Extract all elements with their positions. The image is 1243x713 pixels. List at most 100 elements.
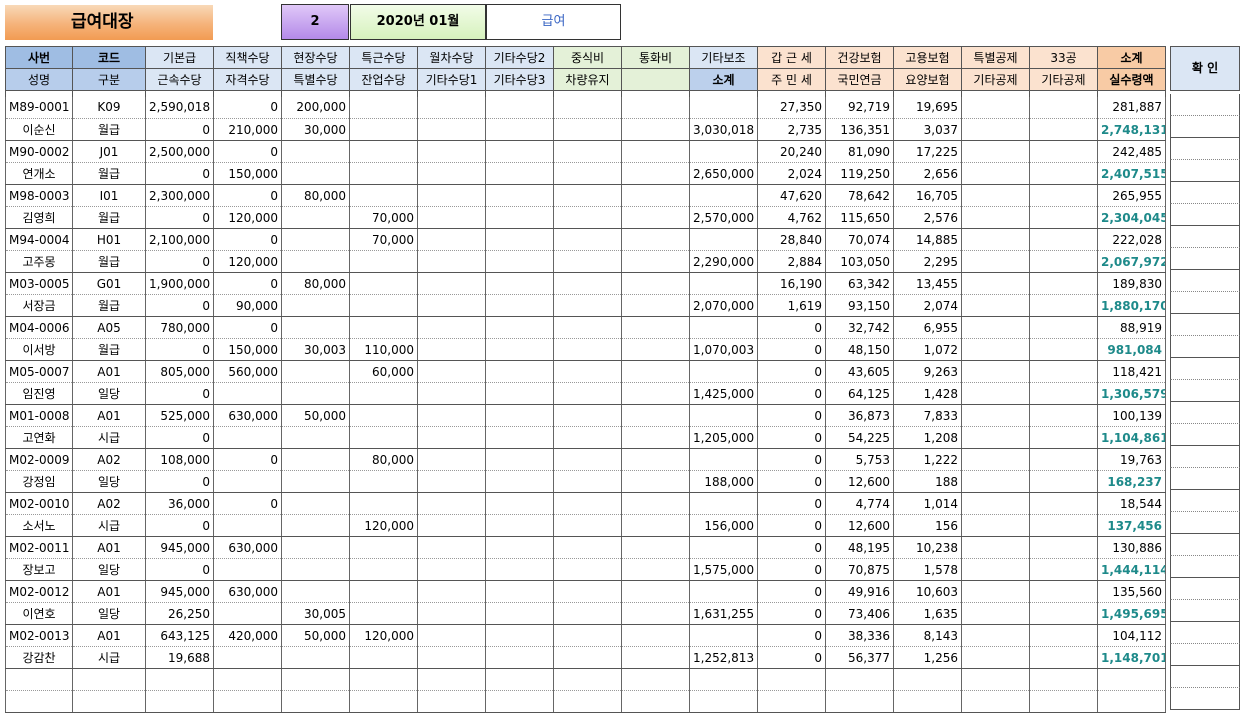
amount-cell[interactable]: [417, 294, 486, 317]
amount-cell[interactable]: [689, 580, 758, 603]
pay-type-cell[interactable]: 월급: [72, 118, 146, 141]
amount-cell[interactable]: 13,455: [893, 272, 962, 295]
amount-cell[interactable]: [553, 536, 622, 559]
amount-cell[interactable]: 104,112: [1097, 624, 1166, 647]
confirm-cell[interactable]: [1170, 446, 1240, 468]
amount-cell[interactable]: [281, 492, 350, 515]
amount-cell[interactable]: 1,631,255: [689, 602, 758, 625]
amount-cell[interactable]: [553, 338, 622, 361]
amount-cell[interactable]: 210,000: [213, 118, 282, 141]
pay-type-cell[interactable]: 월급: [72, 206, 146, 229]
employee-name-cell[interactable]: 강감찬: [5, 646, 73, 669]
amount-cell[interactable]: 1,444,114: [1097, 558, 1166, 581]
amount-cell[interactable]: [1029, 338, 1098, 361]
amount-cell[interactable]: 19,695: [893, 96, 962, 119]
confirm-cell[interactable]: [1170, 402, 1240, 424]
amount-cell[interactable]: [961, 382, 1030, 405]
amount-cell[interactable]: [961, 646, 1030, 669]
employee-id-cell[interactable]: M02-0009: [5, 448, 73, 471]
amount-cell[interactable]: 1,880,170: [1097, 294, 1166, 317]
amount-cell[interactable]: [689, 272, 758, 295]
amount-cell[interactable]: 2,576: [893, 206, 962, 229]
amount-cell[interactable]: [213, 668, 282, 691]
amount-cell[interactable]: [417, 624, 486, 647]
amount-cell[interactable]: [281, 448, 350, 471]
amount-cell[interactable]: 981,084: [1097, 338, 1166, 361]
amount-cell[interactable]: [621, 668, 690, 691]
amount-cell[interactable]: 64,125: [825, 382, 894, 405]
code-cell[interactable]: A01: [72, 536, 146, 559]
amount-cell[interactable]: [621, 206, 690, 229]
amount-cell[interactable]: 8,143: [893, 624, 962, 647]
amount-cell[interactable]: [825, 690, 894, 713]
amount-cell[interactable]: [485, 514, 554, 537]
amount-cell[interactable]: [417, 404, 486, 427]
employee-name-cell[interactable]: 김영희: [5, 206, 73, 229]
confirm-cell[interactable]: [1170, 270, 1240, 292]
amount-cell[interactable]: 14,885: [893, 228, 962, 251]
amount-cell[interactable]: [349, 470, 418, 493]
pay-type-cell[interactable]: 시급: [72, 646, 146, 669]
amount-cell[interactable]: [1029, 316, 1098, 339]
amount-cell[interactable]: [689, 96, 758, 119]
amount-cell[interactable]: 1,208: [893, 426, 962, 449]
amount-cell[interactable]: [553, 272, 622, 295]
amount-cell[interactable]: [621, 404, 690, 427]
amount-cell[interactable]: [961, 228, 1030, 251]
amount-cell[interactable]: [961, 602, 1030, 625]
amount-cell[interactable]: 12,600: [825, 514, 894, 537]
code-cell[interactable]: A01: [72, 404, 146, 427]
amount-cell[interactable]: [417, 96, 486, 119]
amount-cell[interactable]: 0: [757, 448, 826, 471]
amount-cell[interactable]: [485, 360, 554, 383]
amount-cell[interactable]: [485, 316, 554, 339]
pay-type-cell[interactable]: 월급: [72, 250, 146, 273]
amount-cell[interactable]: [281, 360, 350, 383]
amount-cell[interactable]: [553, 514, 622, 537]
confirm-cell[interactable]: [1170, 688, 1240, 710]
amount-cell[interactable]: 156: [893, 514, 962, 537]
amount-cell[interactable]: [621, 646, 690, 669]
employee-id-cell[interactable]: M05-0007: [5, 360, 73, 383]
amount-cell[interactable]: [621, 580, 690, 603]
amount-cell[interactable]: [417, 580, 486, 603]
amount-cell[interactable]: 2,100,000: [145, 228, 214, 251]
amount-cell[interactable]: [621, 624, 690, 647]
amount-cell[interactable]: [553, 690, 622, 713]
amount-cell[interactable]: 63,342: [825, 272, 894, 295]
amount-cell[interactable]: 0: [145, 514, 214, 537]
amount-cell[interactable]: 0: [757, 338, 826, 361]
amount-cell[interactable]: [1029, 118, 1098, 141]
amount-cell[interactable]: 0: [145, 162, 214, 185]
amount-cell[interactable]: [1029, 228, 1098, 251]
amount-cell[interactable]: [485, 382, 554, 405]
amount-cell[interactable]: 115,650: [825, 206, 894, 229]
employee-id-cell[interactable]: M02-0012: [5, 580, 73, 603]
amount-cell[interactable]: [417, 646, 486, 669]
amount-cell[interactable]: 28,840: [757, 228, 826, 251]
amount-cell[interactable]: [1029, 580, 1098, 603]
amount-cell[interactable]: [417, 492, 486, 515]
amount-cell[interactable]: [349, 492, 418, 515]
amount-cell[interactable]: [1029, 360, 1098, 383]
amount-cell[interactable]: [689, 360, 758, 383]
amount-cell[interactable]: [485, 118, 554, 141]
amount-cell[interactable]: [485, 602, 554, 625]
amount-cell[interactable]: 47,620: [757, 184, 826, 207]
employee-id-cell[interactable]: [5, 668, 73, 691]
amount-cell[interactable]: [1029, 294, 1098, 317]
amount-cell[interactable]: [1029, 140, 1098, 163]
amount-cell[interactable]: [349, 646, 418, 669]
amount-cell[interactable]: [417, 536, 486, 559]
amount-cell[interactable]: 6,955: [893, 316, 962, 339]
amount-cell[interactable]: [553, 206, 622, 229]
confirm-cell[interactable]: [1170, 600, 1240, 622]
amount-cell[interactable]: [961, 690, 1030, 713]
amount-cell[interactable]: 1,635: [893, 602, 962, 625]
amount-cell[interactable]: [1029, 96, 1098, 119]
amount-cell[interactable]: [213, 690, 282, 713]
amount-cell[interactable]: [485, 470, 554, 493]
amount-cell[interactable]: [621, 360, 690, 383]
amount-cell[interactable]: 0: [757, 536, 826, 559]
amount-cell[interactable]: [961, 360, 1030, 383]
